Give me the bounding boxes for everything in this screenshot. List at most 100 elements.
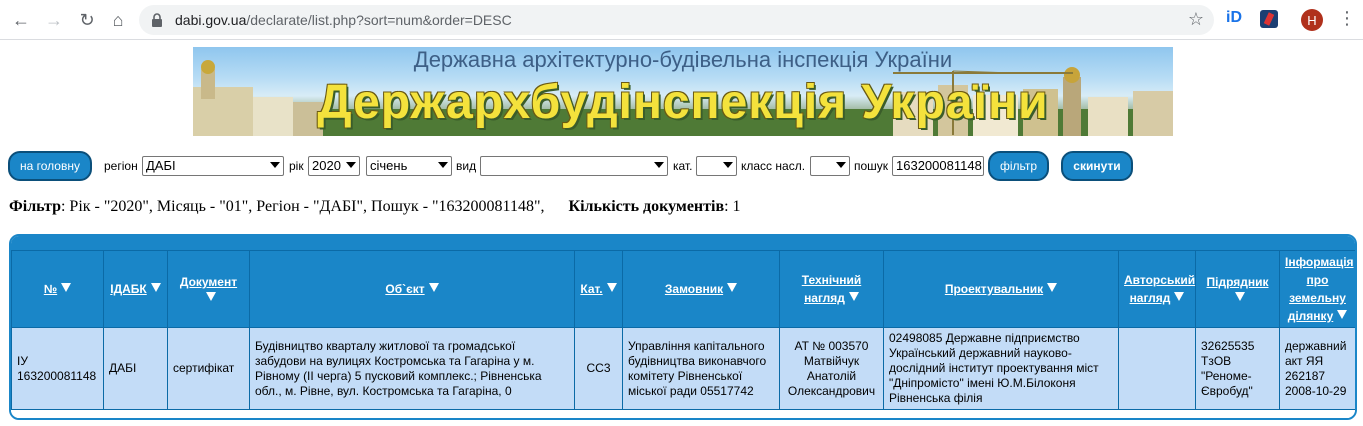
col-header-customer-label[interactable]: Замовник <box>665 282 723 296</box>
filter-button[interactable]: фільтр <box>988 151 1049 181</box>
filter-summary-text: : Рік - "2020", Місяць - "01", Регіон - … <box>60 198 545 215</box>
sort-desc-icon[interactable] <box>61 283 72 292</box>
table-header-strip <box>11 236 1355 250</box>
reset-button[interactable]: скинути <box>1061 151 1133 181</box>
home-icon[interactable]: ⌂ <box>106 8 130 32</box>
documents-table: № ІДАБК Документ Об`єкт Кат. Замовник Те… <box>11 250 1355 410</box>
sort-desc-icon[interactable] <box>606 283 617 292</box>
col-header-auth-label-2[interactable]: нагляд <box>1130 291 1171 305</box>
cell-idabk: ДАБІ <box>103 327 168 410</box>
col-header-tech-label-1[interactable]: Технічний <box>802 273 861 287</box>
forward-arrow-icon[interactable]: → <box>42 8 66 32</box>
col-header-number[interactable]: № <box>11 250 104 328</box>
category-label: кат. <box>673 159 693 173</box>
address-bar[interactable]: dabi.gov.ua/declarate/list.php?sort=num&… <box>139 5 1214 35</box>
col-header-land-label-2[interactable]: про <box>1307 273 1329 287</box>
sort-desc-icon[interactable] <box>1234 292 1245 301</box>
category-select[interactable] <box>696 156 737 176</box>
sort-desc-icon[interactable] <box>727 283 738 292</box>
sort-desc-icon[interactable] <box>205 292 216 301</box>
col-header-object[interactable]: Об`єкт <box>249 250 575 328</box>
kind-select[interactable] <box>480 156 668 176</box>
sort-desc-icon[interactable] <box>428 283 439 292</box>
search-label: пошук <box>854 159 889 173</box>
filter-summary-label: Фільтр <box>9 198 61 215</box>
col-header-contractor-label[interactable]: Підрядник <box>1207 275 1269 289</box>
banner-title: Держархбудінспекція України <box>317 76 1049 129</box>
sort-desc-icon[interactable] <box>150 283 161 292</box>
bookmark-star-icon[interactable]: ☆ <box>1188 9 1204 30</box>
back-arrow-icon[interactable]: ← <box>9 8 33 32</box>
col-header-customer[interactable]: Замовник <box>622 250 780 328</box>
col-header-land-label-1[interactable]: Інформація <box>1285 255 1354 269</box>
region-select[interactable]: ДАБІ <box>142 156 284 176</box>
region-value: ДАБІ <box>146 158 176 173</box>
reload-icon[interactable]: ↻ <box>75 8 99 32</box>
col-header-document[interactable]: Документ <box>167 250 250 328</box>
site-banner: Державна архітектурно-будівельна інспекц… <box>193 47 1173 136</box>
url-path: /declarate/list.php?sort=num&order=DESC <box>246 12 512 28</box>
year-value: 2020 <box>312 158 341 173</box>
col-header-number-label[interactable]: № <box>44 282 57 296</box>
extension-icon[interactable] <box>1260 10 1278 28</box>
search-input[interactable]: 163200081148 <box>892 156 984 176</box>
class-label: класс насл. <box>741 159 806 173</box>
chevron-down-icon <box>346 162 356 168</box>
kind-label: вид <box>456 159 477 173</box>
cell-author-supervision <box>1118 327 1196 410</box>
sort-desc-icon[interactable] <box>1047 283 1058 292</box>
lock-icon <box>152 13 162 27</box>
sort-desc-icon[interactable] <box>1174 292 1185 301</box>
col-header-category[interactable]: Кат. <box>574 250 623 328</box>
chevron-down-icon <box>654 162 664 168</box>
month-value: січень <box>370 158 408 173</box>
url-host: dabi.gov.ua <box>175 12 247 28</box>
search-value: 163200081148 <box>896 158 982 173</box>
col-header-tech-supervision[interactable]: Технічний нагляд <box>779 250 884 328</box>
col-header-idabk-label[interactable]: ІДАБК <box>110 282 147 296</box>
col-header-land-label-3[interactable]: земельну <box>1289 291 1346 305</box>
region-label: регіон <box>104 159 138 173</box>
col-header-land-label-4[interactable]: ділянку <box>1288 309 1334 323</box>
chevron-down-icon <box>723 162 733 168</box>
table-footer <box>11 410 1355 418</box>
browser-toolbar: ← → ↻ ⌂ dabi.gov.ua/declarate/list.php?s… <box>0 0 1363 40</box>
col-header-author-supervision[interactable]: Авторський нагляд <box>1118 250 1196 328</box>
profile-avatar[interactable]: H <box>1301 9 1323 31</box>
year-select[interactable]: 2020 <box>308 156 360 176</box>
col-header-object-label[interactable]: Об`єкт <box>385 282 424 296</box>
col-header-designer[interactable]: Проектувальник <box>883 250 1119 328</box>
sort-desc-icon[interactable] <box>848 292 859 301</box>
col-header-land-info[interactable]: Інформація про земельну ділянку <box>1279 250 1355 328</box>
table-header-row: № ІДАБК Документ Об`єкт Кат. Замовник Те… <box>11 250 1355 328</box>
col-header-document-label[interactable]: Документ <box>180 275 237 289</box>
banner-subtitle: Державна архітектурно-будівельна інспекц… <box>413 47 953 72</box>
cell-customer: Управління капітального будівництва вико… <box>622 327 780 410</box>
year-label: рік <box>289 159 304 173</box>
cell-land-info: державний акт ЯЯ 262187 2008-10-29 <box>1279 327 1355 410</box>
col-header-idabk[interactable]: ІДАБК <box>103 250 168 328</box>
cell-category: СС3 <box>574 327 623 410</box>
extension-id-icon[interactable]: iD <box>1226 9 1242 27</box>
home-button[interactable]: на головну <box>8 151 92 181</box>
table-row: ІУ 163200081148 ДАБІ сертифікат Будівниц… <box>11 327 1355 410</box>
class-select[interactable] <box>810 156 850 176</box>
cell-designer: 02498085 Державне підприємство Українськ… <box>883 327 1119 410</box>
col-header-category-label[interactable]: Кат. <box>580 282 602 296</box>
url-text: dabi.gov.ua/declarate/list.php?sort=num&… <box>175 12 512 28</box>
document-count-label: Кількість документів <box>568 198 725 215</box>
filter-summary: Фільтр: Рік - "2020", Місяць - "01", Рег… <box>9 198 741 216</box>
documents-table-container: № ІДАБК Документ Об`єкт Кат. Замовник Те… <box>9 234 1357 420</box>
menu-kebab-icon[interactable]: ⋮ <box>1338 8 1356 29</box>
col-header-contractor[interactable]: Підрядник <box>1195 250 1280 328</box>
col-header-tech-label-2[interactable]: нагляд <box>804 291 845 305</box>
cell-tech-supervision: АТ № 003570 Матвійчук Анатолій Олександр… <box>779 327 884 410</box>
cell-object: Будівництво кварталу житлової та громадс… <box>249 327 575 410</box>
document-count-value: : 1 <box>724 198 741 215</box>
col-header-auth-label-1[interactable]: Авторський <box>1124 273 1195 287</box>
month-select[interactable]: січень <box>366 156 452 176</box>
filter-bar: на головну регіон ДАБІ рік 2020 січень в… <box>8 150 1358 182</box>
cell-number: ІУ 163200081148 <box>11 327 104 410</box>
sort-desc-icon[interactable] <box>1337 310 1348 319</box>
col-header-designer-label[interactable]: Проектувальник <box>945 282 1043 296</box>
